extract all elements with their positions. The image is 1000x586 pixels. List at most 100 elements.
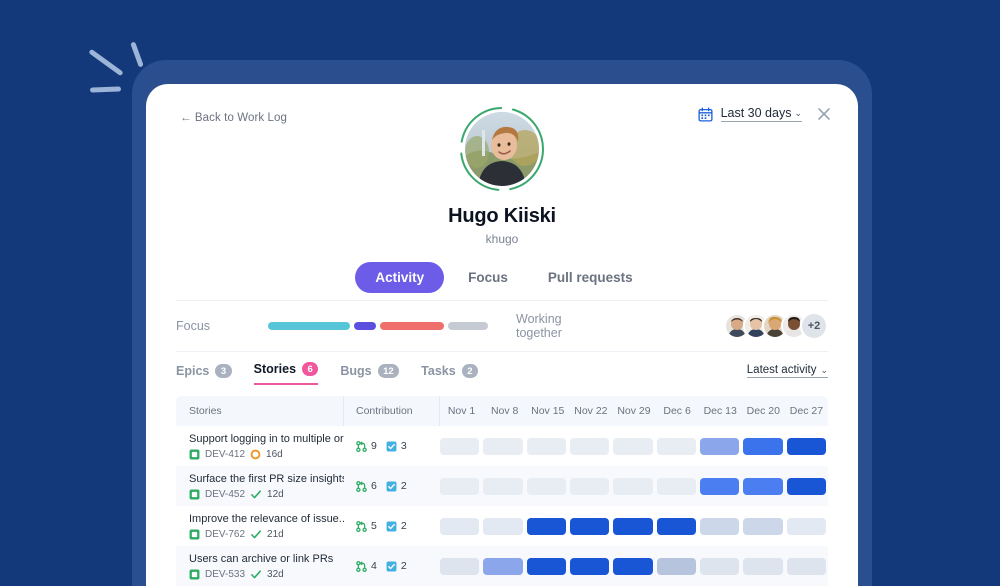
heatmap-cell[interactable] <box>743 438 782 455</box>
heatmap-cell[interactable] <box>483 438 522 455</box>
heatmap-cell[interactable] <box>440 438 479 455</box>
story-title-cell: Improve the relevance of issue... DEV-762… <box>176 513 344 540</box>
avatar-overflow-badge[interactable]: +2 <box>800 312 828 340</box>
sort-selector[interactable]: Latest activity ⌄ <box>747 364 828 378</box>
heatmap-cell[interactable] <box>613 518 652 535</box>
heatmap-cell[interactable] <box>787 518 826 535</box>
table-row[interactable]: Surface the first PR size insights DEV-45… <box>176 466 828 506</box>
heatmap-cell[interactable] <box>570 478 609 495</box>
activity-heatmap-row <box>440 478 828 495</box>
story-id[interactable]: DEV-762 <box>205 529 245 540</box>
task-check-icon <box>386 561 397 572</box>
heatmap-cell[interactable] <box>657 478 696 495</box>
column-header-date: Dec 13 <box>699 405 742 417</box>
heatmap-cell[interactable] <box>743 478 782 495</box>
filter-tab-bugs-label: Bugs <box>340 364 371 378</box>
pull-request-count: 9 <box>356 440 377 452</box>
focus-segment-1[interactable] <box>268 322 350 330</box>
focus-bar[interactable] <box>268 322 488 330</box>
pull-request-icon <box>356 561 367 572</box>
filter-tab-tasks[interactable]: Tasks 2 <box>421 364 478 385</box>
column-header-date: Nov 29 <box>612 405 655 417</box>
column-header-date: Nov 8 <box>483 405 526 417</box>
focus-label: Focus <box>176 319 268 333</box>
filter-tab-epics-count: 3 <box>215 364 231 378</box>
pull-request-count: 6 <box>356 480 377 492</box>
tab-activity[interactable]: Activity <box>355 262 444 293</box>
in-progress-circle-icon <box>250 449 261 460</box>
column-header-date: Nov 15 <box>526 405 569 417</box>
user-handle: khugo <box>146 232 858 246</box>
main-tabs: Activity Focus Pull requests <box>146 262 858 293</box>
heatmap-cell[interactable] <box>657 558 696 575</box>
filter-tab-stories[interactable]: Stories 6 <box>254 362 319 385</box>
user-avatar-photo <box>465 112 539 186</box>
story-id[interactable]: DEV-452 <box>205 489 245 500</box>
heatmap-cell[interactable] <box>440 478 479 495</box>
heatmap-cell[interactable] <box>527 438 566 455</box>
table-row[interactable]: Support logging in to multiple or... DEV-… <box>176 426 828 466</box>
sort-selector-label: Latest activity <box>747 364 817 376</box>
heatmap-cell[interactable] <box>440 518 479 535</box>
heatmap-cell[interactable] <box>743 558 782 575</box>
heatmap-cell[interactable] <box>657 518 696 535</box>
story-meta: DEV-76221d <box>189 529 344 540</box>
focus-segment-2[interactable] <box>354 322 376 330</box>
spark-line-3 <box>90 86 121 92</box>
heatmap-cell[interactable] <box>657 438 696 455</box>
story-type-icon <box>189 489 200 500</box>
heatmap-cell[interactable] <box>787 558 826 575</box>
story-title-cell: Support logging in to multiple or... DEV-… <box>176 433 344 460</box>
heatmap-cell[interactable] <box>483 518 522 535</box>
column-header-contribution: Contribution <box>344 396 440 426</box>
filter-tab-bugs[interactable]: Bugs 12 <box>340 364 399 385</box>
task-check-icon <box>386 441 397 452</box>
heatmap-cell[interactable] <box>570 438 609 455</box>
heatmap-cell[interactable] <box>527 518 566 535</box>
teammate-avatars[interactable]: +2 <box>724 312 828 340</box>
tab-pull-requests[interactable]: Pull requests <box>532 262 649 293</box>
heatmap-cell[interactable] <box>483 558 522 575</box>
story-name[interactable]: Improve the relevance of issue... <box>189 513 344 526</box>
heatmap-cell[interactable] <box>787 478 826 495</box>
filter-tab-epics[interactable]: Epics 3 <box>176 364 232 385</box>
heatmap-cell[interactable] <box>700 438 739 455</box>
story-id[interactable]: DEV-533 <box>205 569 245 580</box>
heatmap-cell[interactable] <box>570 518 609 535</box>
story-age: 16d <box>266 449 283 460</box>
done-check-icon <box>250 489 262 500</box>
heatmap-cell[interactable] <box>613 558 652 575</box>
heatmap-cell[interactable] <box>613 478 652 495</box>
filter-tab-stories-count: 6 <box>302 362 318 376</box>
heatmap-cell[interactable] <box>700 558 739 575</box>
task-check-icon <box>386 481 397 492</box>
heatmap-cell[interactable] <box>570 558 609 575</box>
story-name[interactable]: Support logging in to multiple or... <box>189 433 344 446</box>
stories-table: Stories Contribution Nov 1Nov 8Nov 15Nov… <box>176 396 828 586</box>
heatmap-cell[interactable] <box>743 518 782 535</box>
heatmap-cell[interactable] <box>787 438 826 455</box>
story-name[interactable]: Surface the first PR size insights <box>189 473 344 486</box>
focus-segment-4[interactable] <box>448 322 488 330</box>
table-row[interactable]: Users can archive or link PRsDEV-53332d4… <box>176 546 828 586</box>
story-title-cell: Users can archive or link PRsDEV-53332d <box>176 553 344 580</box>
heatmap-cell[interactable] <box>527 478 566 495</box>
focus-segment-3[interactable] <box>380 322 444 330</box>
table-row[interactable]: Improve the relevance of issue... DEV-762… <box>176 506 828 546</box>
heatmap-cell[interactable] <box>483 478 522 495</box>
done-check-icon <box>250 569 262 580</box>
focus-and-collab-strip: Focus Working together <box>176 300 828 352</box>
heatmap-cell[interactable] <box>700 478 739 495</box>
pull-request-count: 4 <box>356 560 377 572</box>
filter-tab-tasks-count: 2 <box>462 364 478 378</box>
column-header-date: Dec 6 <box>656 405 699 417</box>
story-type-icon <box>189 529 200 540</box>
story-name[interactable]: Users can archive or link PRs <box>189 553 344 566</box>
heatmap-cell[interactable] <box>440 558 479 575</box>
heatmap-cell[interactable] <box>613 438 652 455</box>
heatmap-cell[interactable] <box>527 558 566 575</box>
story-id[interactable]: DEV-412 <box>205 449 245 460</box>
heatmap-cell[interactable] <box>700 518 739 535</box>
tab-focus[interactable]: Focus <box>452 262 524 293</box>
filter-tab-epics-label: Epics <box>176 364 209 378</box>
